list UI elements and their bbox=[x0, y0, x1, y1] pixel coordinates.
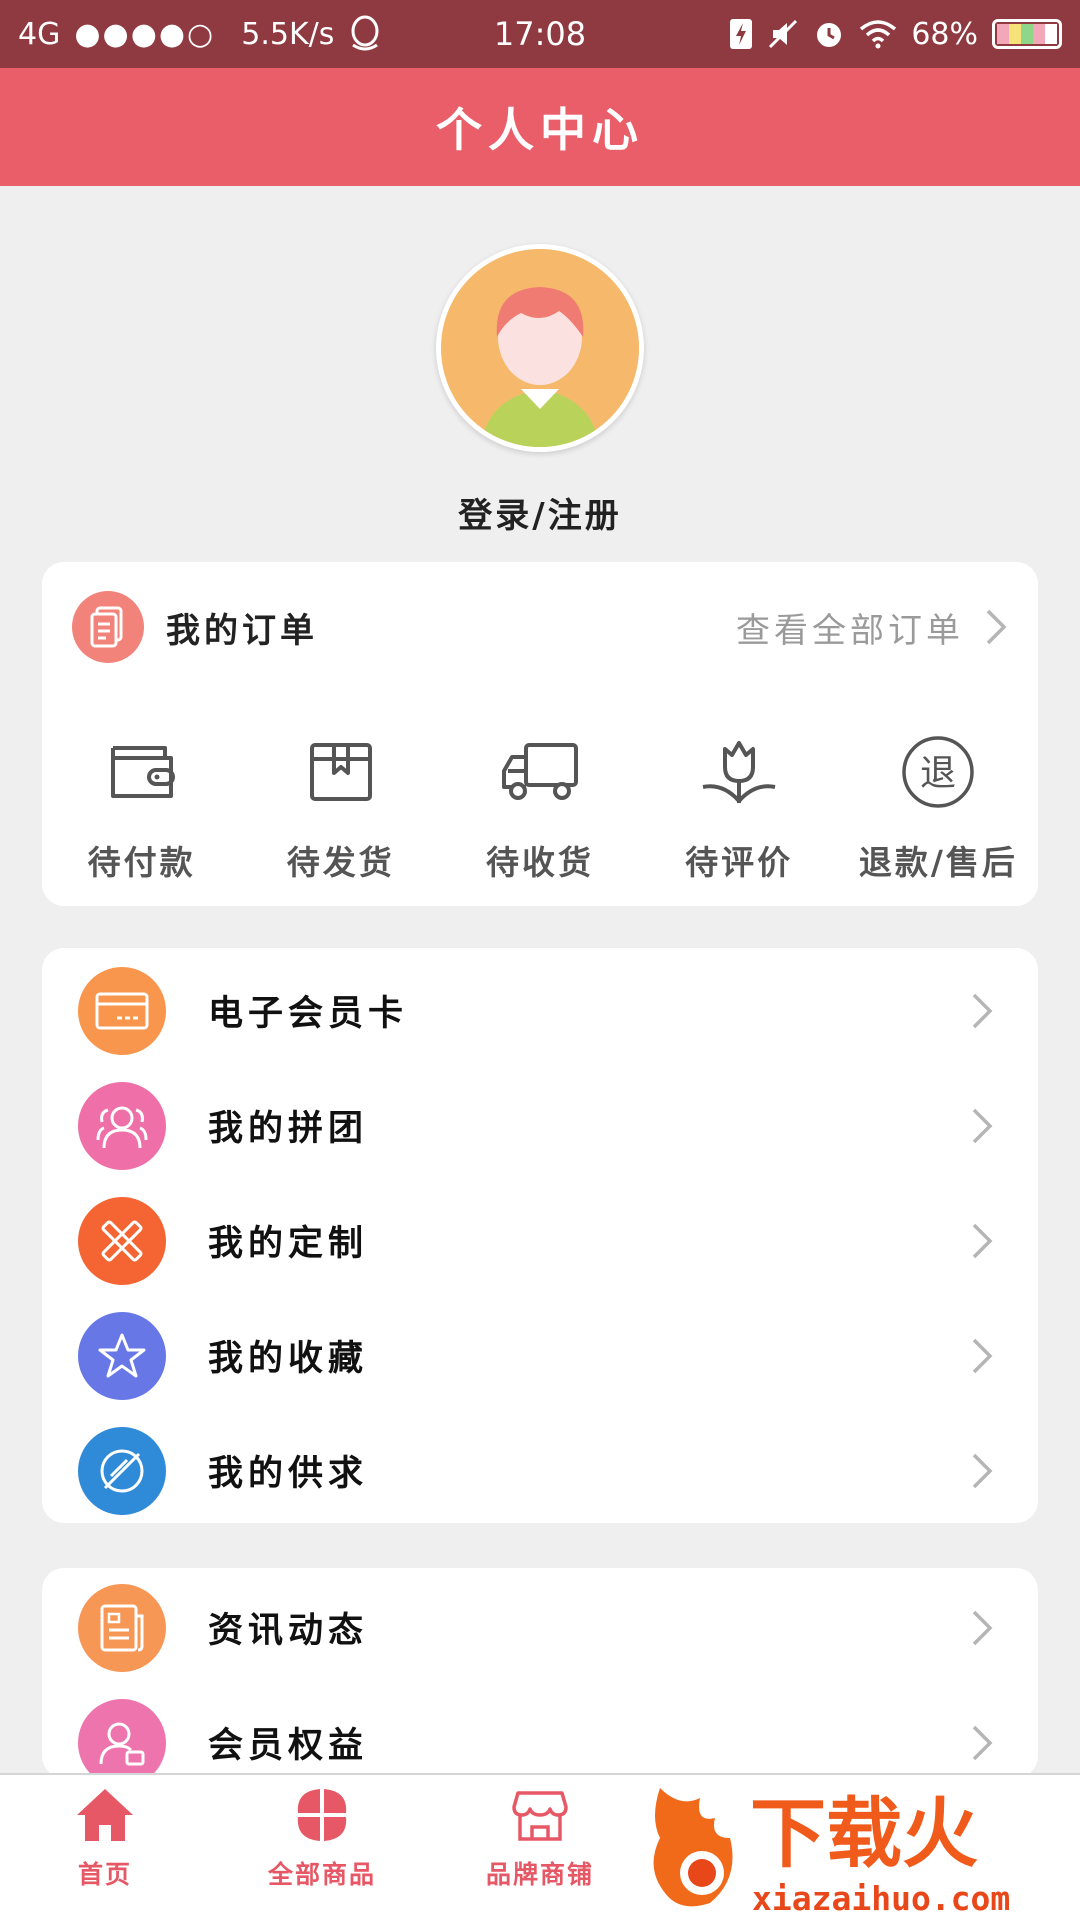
qq-icon bbox=[351, 15, 379, 51]
avatar[interactable] bbox=[436, 244, 644, 452]
status-pending-payment[interactable]: 待付款 bbox=[42, 732, 241, 884]
card-icon bbox=[78, 966, 166, 1055]
menu-label: 资讯动态 bbox=[208, 1611, 369, 1651]
grid-icon bbox=[297, 1789, 347, 1841]
wifi-icon bbox=[860, 20, 897, 49]
wallet-icon bbox=[107, 732, 177, 812]
refund-icon: 退 bbox=[900, 732, 976, 812]
order-status-row: 待付款 待发货 待收货 待评价 退 退款/售后 bbox=[42, 732, 1038, 884]
page-header: 个人中心 bbox=[0, 68, 1080, 186]
login-register-link[interactable]: 登录/注册 bbox=[0, 488, 1080, 537]
network-type: 4G bbox=[18, 16, 61, 52]
status-refund[interactable]: 退 退款/售后 bbox=[839, 732, 1038, 884]
nav-label: 全部商品 bbox=[267, 1860, 376, 1889]
status-label: 退款/售后 bbox=[858, 843, 1018, 882]
network-speed: 5.5K/s bbox=[241, 16, 335, 52]
menu-item-member-benefits[interactable]: 会员权益 bbox=[42, 1685, 1038, 1778]
menu-item-supply-demand[interactable]: 我的供求 bbox=[42, 1413, 1038, 1528]
nav-home[interactable]: 首页 bbox=[5, 1785, 205, 1891]
avatar-illustration bbox=[441, 249, 639, 447]
watermark-text: 下载火 bbox=[750, 1789, 978, 1878]
member-icon bbox=[78, 1698, 166, 1778]
menu-item-news[interactable]: 资讯动态 bbox=[42, 1570, 1038, 1685]
page-title: 个人中心 bbox=[436, 103, 644, 157]
menu-group-2: 资讯动态 会员权益 bbox=[42, 1568, 1038, 1778]
status-label: 待发货 bbox=[286, 843, 395, 882]
chevron-right-icon bbox=[972, 1223, 993, 1258]
watermark-url: xiazaihuo.com bbox=[752, 1879, 1010, 1918]
shop-icon bbox=[512, 1791, 568, 1841]
menu-label: 电子会员卡 bbox=[208, 994, 409, 1034]
nav-all-products[interactable]: 全部商品 bbox=[222, 1785, 422, 1891]
view-all-orders-link[interactable]: 查看全部订单 bbox=[736, 603, 1008, 652]
status-bar: 4G ●●●●○ 5.5K/s 17:08 68% bbox=[0, 0, 1080, 68]
status-label: 待评价 bbox=[685, 843, 794, 882]
battery-icon bbox=[992, 19, 1062, 49]
mute-icon bbox=[769, 19, 798, 49]
status-pending-review[interactable]: 待评价 bbox=[640, 732, 839, 884]
flower-icon bbox=[699, 732, 779, 812]
chevron-right-icon bbox=[972, 1725, 993, 1760]
nav-label: 首页 bbox=[77, 1860, 132, 1889]
chevron-right-icon bbox=[986, 609, 1007, 645]
refund-glyph: 退 bbox=[920, 753, 956, 794]
menu-item-favorites[interactable]: 我的收藏 bbox=[42, 1298, 1038, 1413]
supply-icon bbox=[78, 1426, 166, 1515]
menu-label: 我的拼团 bbox=[208, 1109, 369, 1149]
menu-label: 我的供求 bbox=[208, 1454, 369, 1494]
alarm-icon bbox=[817, 23, 842, 47]
orders-title: 我的订单 bbox=[166, 610, 318, 651]
nav-brand-shops[interactable]: 品牌商铺 bbox=[440, 1785, 640, 1891]
menu-label: 我的定制 bbox=[208, 1224, 369, 1264]
orders-header[interactable]: 我的订单 查看全部订单 bbox=[42, 562, 1038, 692]
chevron-right-icon bbox=[972, 1610, 993, 1645]
menu-group-1: 电子会员卡 我的拼团 我的定制 我的收藏 我的供求 bbox=[42, 948, 1038, 1523]
menu-item-group-buy[interactable]: 我的拼团 bbox=[42, 1068, 1038, 1183]
menu-label: 我的收藏 bbox=[208, 1339, 369, 1379]
star-icon bbox=[78, 1311, 166, 1400]
status-label: 待付款 bbox=[87, 843, 196, 882]
chevron-right-icon bbox=[972, 993, 993, 1028]
nav-label: 品牌商铺 bbox=[485, 1860, 594, 1889]
news-icon bbox=[78, 1583, 166, 1672]
status-pending-shipment[interactable]: 待发货 bbox=[241, 732, 440, 884]
watermark-logo: 下载火 xiazaihuo.com bbox=[640, 1778, 1080, 1920]
chevron-right-icon bbox=[972, 1338, 993, 1373]
chevron-right-icon bbox=[972, 1108, 993, 1143]
view-all-orders-label: 查看全部订单 bbox=[736, 610, 964, 651]
orders-card: 我的订单 查看全部订单 待付款 待发货 待收货 待评价 退 退款/售后 bbox=[42, 562, 1038, 906]
menu-item-customization[interactable]: 我的定制 bbox=[42, 1183, 1038, 1298]
menu-item-member-card[interactable]: 电子会员卡 bbox=[42, 953, 1038, 1068]
group-icon bbox=[78, 1081, 166, 1170]
status-label: 待收货 bbox=[485, 843, 594, 882]
charging-icon bbox=[730, 19, 753, 49]
battery-percent: 68% bbox=[911, 16, 978, 52]
tools-icon bbox=[78, 1196, 166, 1285]
orders-icon bbox=[72, 591, 144, 663]
package-icon bbox=[308, 732, 374, 812]
status-pending-receipt[interactable]: 待收货 bbox=[440, 732, 639, 884]
truck-icon bbox=[500, 732, 580, 812]
signal-icon: ●●●●○ bbox=[74, 16, 216, 52]
chevron-right-icon bbox=[972, 1453, 993, 1488]
menu-label: 会员权益 bbox=[208, 1726, 369, 1766]
home-icon bbox=[77, 1789, 133, 1841]
